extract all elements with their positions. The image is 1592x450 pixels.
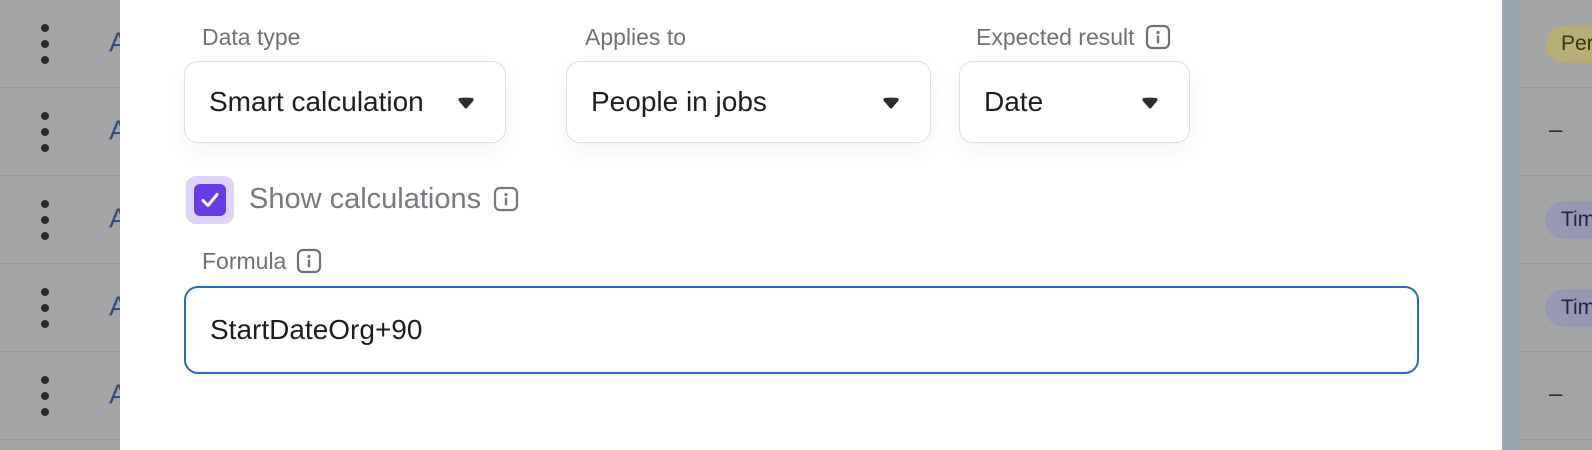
kebab-menu-icon[interactable]	[40, 287, 50, 328]
info-icon[interactable]	[1145, 24, 1171, 50]
kebab-menu-icon[interactable]	[40, 199, 50, 240]
caret-down-icon	[457, 96, 475, 110]
list-row: A	[0, 0, 128, 88]
formula-label: Formula	[202, 244, 322, 278]
kebab-menu-icon[interactable]	[40, 375, 50, 416]
data-type-label: Data type	[202, 22, 300, 52]
list-row: –	[1519, 352, 1592, 440]
expected-result-label-text: Expected result	[976, 23, 1135, 50]
expected-result-value: Date	[984, 86, 1044, 117]
empty-value: –	[1549, 380, 1563, 408]
kebab-menu-icon[interactable]	[40, 23, 50, 64]
list-row: A	[0, 352, 128, 440]
data-type-select[interactable]: Smart calculation	[184, 61, 506, 143]
formula-input[interactable]	[184, 286, 1419, 374]
caret-down-icon	[1141, 96, 1159, 110]
background-list-left: A A A A A	[0, 0, 128, 450]
data-type-value: Smart calculation	[209, 86, 424, 117]
status-badge: Tim	[1545, 288, 1592, 327]
applies-to-label-text: Applies to	[585, 23, 687, 50]
show-calculations-text: Show calculations	[249, 182, 482, 215]
check-icon	[199, 189, 221, 211]
checkbox-checked	[194, 184, 226, 216]
show-calculations-checkbox[interactable]	[186, 176, 234, 224]
formula-label-text: Formula	[202, 247, 287, 274]
status-badge: Per	[1545, 24, 1592, 63]
list-row: –	[1519, 88, 1592, 176]
info-icon[interactable]	[296, 248, 322, 274]
list-row: Tim	[1519, 264, 1592, 352]
caret-down-icon	[882, 96, 900, 110]
background-list-right: Per – Tim Tim –	[1519, 0, 1592, 450]
kebab-menu-icon[interactable]	[40, 111, 50, 152]
applies-to-select[interactable]: People in jobs	[566, 61, 931, 143]
expected-result-select[interactable]: Date	[959, 61, 1190, 143]
expected-result-label: Expected result	[976, 20, 1171, 54]
show-calculations-label[interactable]: Show calculations	[249, 178, 519, 220]
list-row: Per	[1519, 0, 1592, 88]
empty-value: –	[1549, 116, 1563, 144]
status-badge: Tim	[1545, 200, 1592, 239]
list-row: A	[0, 264, 128, 352]
applies-to-label: Applies to	[585, 22, 686, 52]
scrollbar-gutter	[1502, 0, 1519, 450]
data-type-label-text: Data type	[202, 23, 301, 50]
list-row: A	[0, 88, 128, 176]
applies-to-value: People in jobs	[591, 86, 767, 117]
list-row: Tim	[1519, 176, 1592, 264]
info-icon[interactable]	[493, 186, 519, 212]
list-row: A	[0, 176, 128, 264]
